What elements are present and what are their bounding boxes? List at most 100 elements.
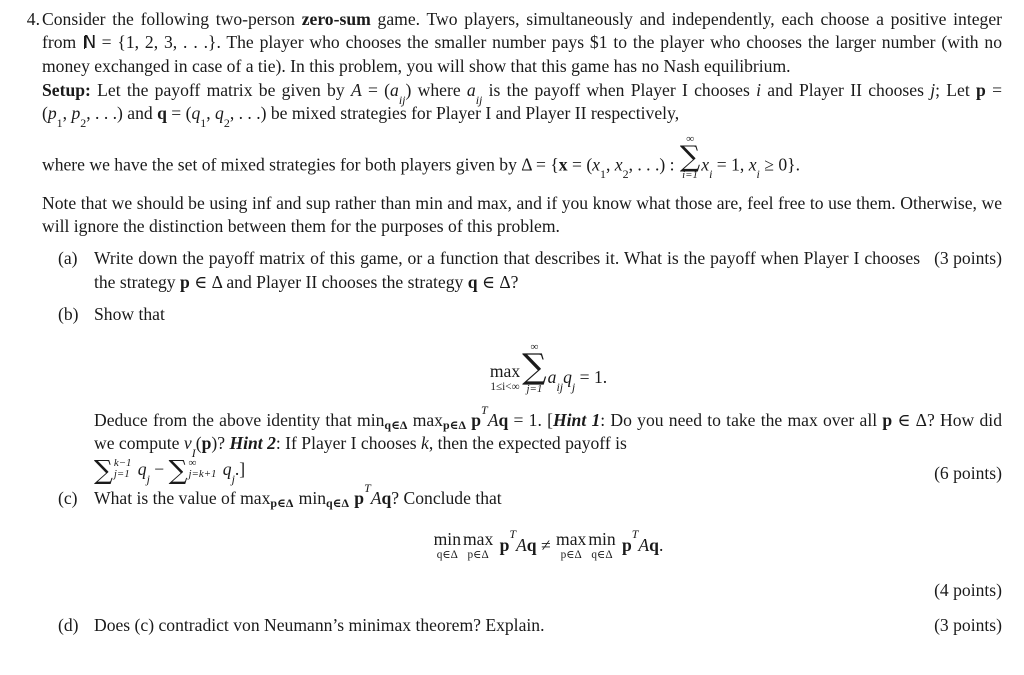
c-display-period: .: [658, 534, 664, 555]
subproblem-a-points: (3 points): [934, 248, 1002, 269]
min-operator-subscript-c: q∈Δ: [326, 496, 350, 511]
p-dots: , . . .) and: [86, 102, 158, 123]
delta-definition-line: where we have the set of mixed strategie…: [42, 133, 800, 182]
matrix-A-symbol: A: [350, 79, 362, 100]
a-q-vector-symbol: q: [467, 271, 478, 292]
min-operator-subscript-b: q∈Δ: [384, 418, 408, 433]
equation-b-equals: = 1.: [575, 366, 608, 387]
subproblem-c: (c) What is the value of maxp∈Δ minq∈Δ pTA…: [58, 482, 1002, 602]
subproblem-c-intro: What is the value of maxp∈Δ minq∈Δ pTAq? C…: [94, 482, 1002, 511]
delta-symbol: Δ: [521, 154, 532, 175]
x-component-2-subscript: 2: [622, 167, 629, 182]
nat-set: {1, 2, 3, . . .}: [117, 32, 217, 53]
c-q-vector-symbol: q: [381, 488, 392, 509]
q-j-subscript-b: j: [571, 379, 576, 394]
subproblem-a-text-2: and Player II chooses the strategy: [221, 271, 468, 292]
sum-equals-one: = 1,: [712, 154, 749, 175]
min-operator-name-c: min: [298, 488, 327, 509]
c-display-A-1: A: [516, 534, 527, 555]
not-equal-sign: ≠: [536, 534, 556, 555]
x-equals: = (: [567, 154, 593, 175]
a-q-in-delta: ∈ Δ: [477, 271, 511, 292]
c-A-symbol: A: [370, 488, 382, 509]
hint2-sum-1-limits: k−1 j=1: [114, 457, 132, 480]
x-dots: , . . .) :: [628, 154, 679, 175]
hint2-q-1-symbol: q: [137, 458, 147, 479]
b-p-vector-symbol: p: [471, 410, 482, 431]
setup-text-2: is the payoff when Player I chooses: [482, 79, 757, 100]
problem-number: 4.: [26, 9, 40, 29]
summation-operator-delta: ∞ ∑ i=1: [680, 133, 700, 182]
max-operator-subscript-b: p∈Δ: [442, 418, 466, 433]
intro-text-before-zerosum: Consider the following two-person: [42, 9, 302, 29]
subproblem-d-points: (3 points): [934, 615, 1002, 636]
hint2-q-2-subscript: j: [231, 471, 235, 486]
c-transpose-symbol: T: [364, 480, 371, 495]
subproblem-a-body: (3 points) Write down the payoff matrix o…: [94, 247, 1002, 293]
q-equals: = (: [166, 102, 192, 123]
hint2-closing-bracket: .]: [234, 458, 246, 479]
a-ij-subscript-2: ij: [475, 92, 483, 107]
deduce-text-2: = 1. [: [508, 410, 553, 431]
c-display-A-2: A: [638, 534, 650, 555]
max-operator-inline-b: maxp∈Δ: [413, 410, 466, 433]
setup-text-4: ; Let: [935, 79, 976, 100]
b-A-symbol: A: [487, 410, 499, 431]
problem-4: 4. Consider the following two-person zer…: [0, 0, 1024, 238]
max-operator-c-display-2: max p∈Δ: [556, 530, 586, 562]
max-operator-inline-c: maxp∈Δ: [240, 488, 294, 511]
hint2-sum-2-limits: ∞ j=k+1: [188, 457, 216, 480]
deduce-text-1: Deduce from the above identity that: [94, 410, 358, 431]
subproblem-a-label: (a): [58, 248, 78, 269]
subproblem-b-deduce: Deduce from the above identity that minq…: [94, 404, 1002, 460]
subproblem-d-label: (d): [58, 615, 79, 636]
subproblem-b-intro: Show that: [94, 303, 165, 324]
min-operator-c-name: min: [433, 528, 461, 549]
p-component-2: p: [71, 102, 81, 123]
x-i-symbol: x: [701, 154, 710, 175]
subproblem-d-body: (3 points) Does (c) contradict von Neuman…: [94, 614, 1002, 637]
hint2-q-2-symbol: q: [222, 458, 232, 479]
equation-c-display: min q∈Δ max p∈Δ pTAq ≠ max p∈Δ min q∈Δ pTAq.: [94, 528, 1002, 562]
max-operator-under: 1≤i<∞: [490, 381, 520, 394]
x-i-subscript: i: [709, 167, 713, 182]
hint-1-text: : Do you need to take the max over all: [600, 410, 883, 431]
q-component-2-subscript: 2: [223, 115, 230, 130]
hint-1-label: Hint 1: [552, 410, 601, 431]
c-display-p-vector-2: p: [621, 534, 632, 555]
x-vector-symbol: x: [558, 154, 568, 175]
min-operator-c-under-2: q∈Δ: [591, 548, 613, 561]
max-operator-b: max 1≤i<∞: [489, 361, 521, 394]
max-operator-c-under-2: p∈Δ: [560, 548, 582, 561]
x-i-subscript-2: i: [756, 167, 760, 182]
k-symbol: k: [421, 433, 429, 454]
equation-b-display: max 1≤i<∞ ∞ ∑ j=1 aijqj = 1.: [94, 341, 1002, 395]
q-j-symbol-b: q: [563, 366, 572, 387]
summation-b-sigma-glyph: ∑: [522, 347, 547, 388]
max-operator-name: max: [489, 361, 521, 382]
hint-1-p-in-delta: ∈ Δ: [892, 410, 927, 431]
hint-2-text: : If Player I chooses: [275, 433, 421, 454]
note-paragraph: Note that we should be using inf and sup…: [42, 192, 1002, 237]
c-display-transpose-1: T: [509, 526, 517, 541]
max-operator-c-display: max p∈Δ: [463, 528, 494, 562]
max-operator-c-name: max: [463, 528, 494, 549]
hint2-sum-1-glyph: ∑: [94, 455, 113, 487]
subproblem-c-points: (4 points): [934, 580, 1002, 601]
x-i-symbol-2: x: [748, 154, 757, 175]
subproblem-b-points: (6 points): [934, 462, 1002, 483]
hint2-q-1-subscript: j: [146, 471, 150, 486]
max-operator-subscript-c: p∈Δ: [270, 496, 294, 511]
summation-operator-b: ∞ ∑ j=1: [522, 341, 547, 395]
min-operator-c-display: min q∈Δ: [433, 528, 461, 562]
subproblem-d-text: Does (c) contradict von Neumann’s minima…: [94, 615, 545, 636]
c-display-q-vector-1: q: [526, 534, 537, 555]
q-component-2: q: [215, 102, 224, 123]
subproblem-a: (a) (3 points) Write down the payoff matr…: [58, 247, 1002, 293]
setup-eq-1: = (: [361, 79, 391, 100]
hint2-sum-2-glyph: ∑: [168, 455, 188, 487]
subproblem-c-text-1: What is the value of: [94, 488, 241, 509]
q-component-1: q: [191, 102, 201, 123]
c-display-q-vector-2: q: [649, 534, 659, 555]
a-ij-subscript: ij: [398, 92, 406, 107]
